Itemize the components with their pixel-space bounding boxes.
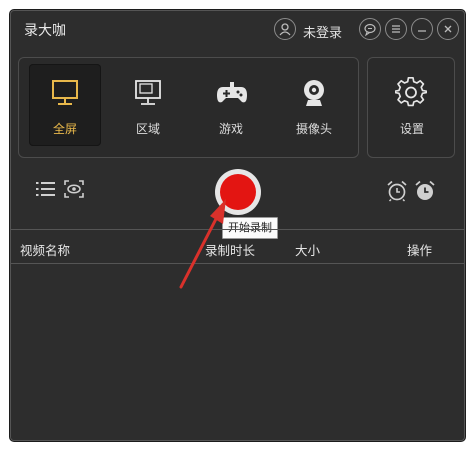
table-header: 视频名称 录制时长 大小 操作 bbox=[11, 229, 464, 264]
list-icon[interactable] bbox=[36, 181, 56, 197]
mode-region[interactable]: 区域 bbox=[112, 64, 184, 146]
minimize-icon[interactable] bbox=[411, 18, 433, 40]
mode-panel: 全屏 区域 游戏 摄像头 bbox=[18, 57, 359, 158]
column-duration[interactable]: 录制时长 bbox=[205, 240, 255, 259]
mode-game[interactable]: 游戏 bbox=[195, 64, 267, 146]
gamepad-icon bbox=[217, 82, 247, 103]
column-actions: 操作 bbox=[407, 243, 433, 258]
mode-label: 区域 bbox=[135, 122, 160, 136]
video-list bbox=[11, 264, 464, 440]
record-button[interactable] bbox=[215, 169, 261, 215]
settings-label: 设置 bbox=[399, 122, 424, 136]
app-window: 录大咖 未登录 全屏 区域 游戏 摄像头 设置 开始录制 视频名称 录制时长 大… bbox=[10, 10, 465, 441]
settings-panel: 设置 bbox=[367, 57, 455, 158]
mode-fullscreen[interactable]: 全屏 bbox=[29, 64, 101, 146]
mode-webcam[interactable]: 摄像头 bbox=[278, 64, 350, 146]
webcam-icon bbox=[304, 80, 324, 106]
close-icon[interactable] bbox=[437, 18, 459, 40]
menu-icon[interactable] bbox=[385, 18, 407, 40]
alarm-clock-filled-icon[interactable] bbox=[414, 180, 436, 202]
monitor-icon bbox=[52, 80, 78, 105]
app-title: 录大咖 bbox=[24, 23, 66, 39]
avatar-icon[interactable] bbox=[274, 18, 296, 40]
chat-icon[interactable] bbox=[359, 18, 381, 40]
record-dot bbox=[220, 174, 256, 210]
column-size[interactable]: 大小 bbox=[295, 240, 320, 259]
preview-icon[interactable] bbox=[64, 180, 84, 198]
settings-button[interactable]: 设置 bbox=[376, 64, 448, 146]
title-bar: 录大咖 未登录 bbox=[11, 11, 464, 49]
login-link[interactable]: 未登录 bbox=[303, 22, 342, 41]
alarm-clock-outline-icon[interactable] bbox=[386, 180, 408, 202]
column-video-name[interactable]: 视频名称 bbox=[20, 240, 70, 259]
mode-label: 全屏 bbox=[52, 122, 77, 136]
mode-label: 游戏 bbox=[218, 122, 243, 136]
mode-label: 摄像头 bbox=[295, 122, 332, 136]
gear-icon bbox=[395, 77, 427, 107]
region-icon bbox=[135, 80, 161, 105]
